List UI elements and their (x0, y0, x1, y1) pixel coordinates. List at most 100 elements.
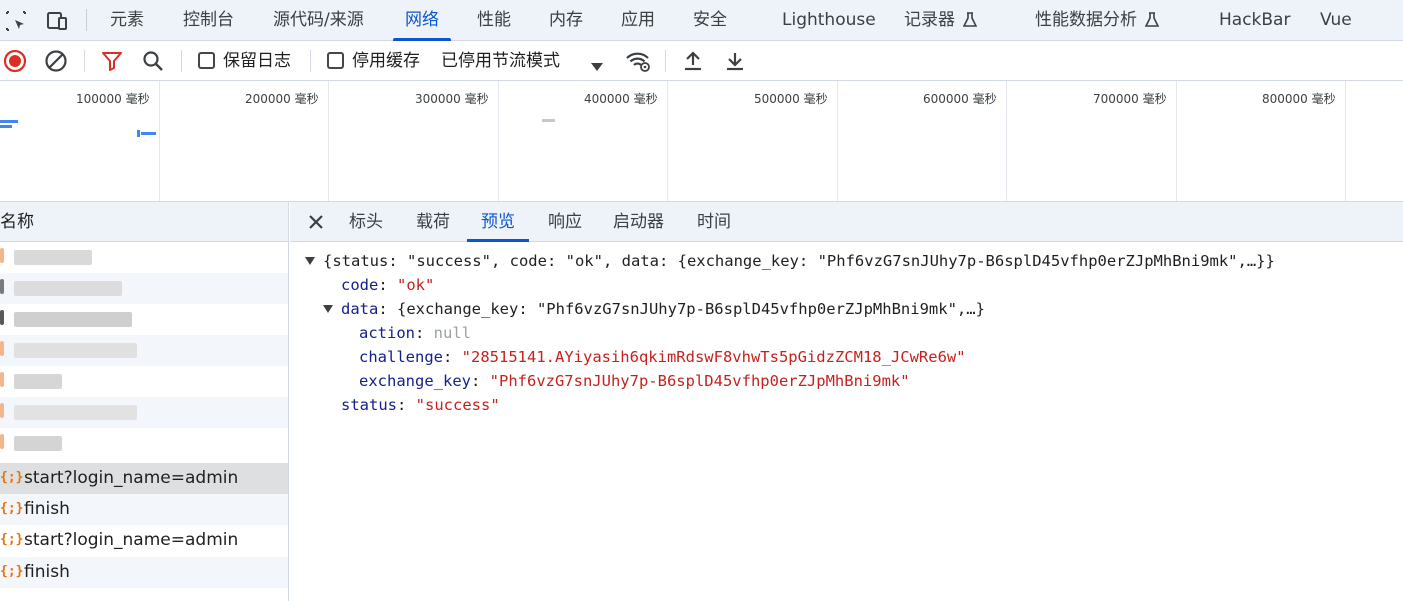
search-icon[interactable] (141, 49, 165, 73)
clear-icon[interactable] (44, 49, 68, 73)
json-property[interactable]: challenge: "28515141.AYiyasih6qkimRdswF8… (359, 345, 966, 369)
tab-response[interactable]: 响应 (548, 202, 582, 242)
tab-memory[interactable]: 内存 (549, 0, 583, 41)
request-name: finish (24, 499, 70, 519)
json-string-value: "success" (415, 396, 500, 414)
timeline-request-bar (137, 130, 140, 137)
timeline-gridline (328, 81, 329, 201)
json-icon: {;} (0, 532, 24, 547)
timeline-gridline (1176, 81, 1177, 201)
name-column-header[interactable]: 名称 (0, 202, 288, 242)
json-property[interactable]: action: null (359, 321, 471, 345)
json-object-summary: {exchange_key: "Phf6vzG7snJUhy7p-B6splD4… (397, 300, 985, 318)
redacted-request-row[interactable] (0, 366, 288, 397)
timeline-gridline (837, 81, 838, 201)
request-name: finish (24, 562, 70, 582)
redacted-request-row[interactable] (0, 273, 288, 304)
timeline-gridline (1006, 81, 1007, 201)
network-overview-timeline[interactable]: 100000 毫秒 200000 毫秒 300000 毫秒 400000 毫秒 … (0, 81, 1403, 202)
tab-security[interactable]: 安全 (693, 0, 727, 41)
record-stop-icon[interactable] (3, 49, 27, 73)
timeline-gridline (1345, 81, 1346, 201)
json-string-value: "ok" (397, 276, 435, 294)
device-toolbar-icon[interactable] (45, 9, 69, 33)
network-toolbar: 保留日志 停用缓存 已停用节流模式 (0, 41, 1403, 81)
json-icon: {;} (0, 470, 24, 485)
json-key: exchange_key (359, 372, 471, 390)
timeline-request-bar (141, 132, 156, 135)
request-row[interactable]: {;} start?login_name=admin (0, 463, 288, 494)
json-root-node[interactable]: {status: "success", code: "ok", data: {e… (305, 249, 1275, 273)
timeline-tick: 300000 毫秒 (415, 92, 489, 106)
filter-icon[interactable] (100, 49, 124, 73)
experiment-flask-icon (1145, 12, 1159, 27)
experiment-flask-icon (963, 12, 977, 27)
timeline-tick: 700000 毫秒 (1093, 92, 1167, 106)
detail-tab-bar: 标头 载荷 预览 响应 启动器 时间 (290, 202, 1403, 242)
network-conditions-icon[interactable] (625, 49, 651, 73)
json-key: action (359, 324, 415, 342)
timeline-gridline (667, 81, 668, 201)
timeline-request-bar (542, 119, 555, 122)
tab-network[interactable]: 网络 (393, 0, 451, 41)
timeline-request-bar (0, 120, 18, 123)
tab-sources[interactable]: 源代码/来源 (273, 0, 364, 41)
devtools-tab-bar: 元素 控制台 源代码/来源 网络 性能 内存 应用 安全 Lighthouse … (0, 0, 1403, 41)
json-key: challenge (359, 348, 443, 366)
tab-console[interactable]: 控制台 (183, 0, 234, 41)
json-string-value: "Phf6vzG7snJUhy7p-B6splD45vfhp0erZJpMhBn… (489, 372, 910, 390)
json-key: data (341, 300, 379, 318)
inspect-element-icon[interactable] (4, 9, 28, 33)
expand-triangle-icon[interactable] (323, 305, 333, 313)
tab-vue[interactable]: Vue (1320, 0, 1352, 41)
preserve-log-checkbox[interactable] (198, 52, 215, 69)
tab-performance[interactable]: 性能 (477, 0, 511, 41)
tab-headers[interactable]: 标头 (349, 202, 383, 242)
tab-payload[interactable]: 载荷 (416, 202, 450, 242)
timeline-gridline (498, 81, 499, 201)
request-row[interactable]: {;} start?login_name=admin (0, 525, 288, 556)
json-null-value: null (433, 324, 471, 342)
tab-preview[interactable]: 预览 (467, 202, 529, 242)
json-property[interactable]: exchange_key: "Phf6vzG7snJUhy7p-B6splD45… (359, 369, 910, 393)
timeline-tick: 800000 毫秒 (1262, 92, 1336, 106)
tab-initiator[interactable]: 启动器 (613, 202, 664, 242)
redacted-request-row[interactable] (0, 242, 288, 273)
tab-recorder[interactable]: 记录器 (904, 0, 977, 41)
tab-timing[interactable]: 时间 (697, 202, 731, 242)
json-data-node[interactable]: data: {exchange_key: "Phf6vzG7snJUhy7p-B… (323, 297, 985, 321)
request-row[interactable]: {;} finish (0, 494, 288, 525)
request-row[interactable]: {;} finish (0, 557, 288, 588)
redacted-request-row[interactable] (0, 397, 288, 428)
json-root-summary: {status: "success", code: "ok", data: {e… (323, 252, 1275, 270)
expand-triangle-icon[interactable] (305, 257, 315, 265)
json-key: code (341, 276, 379, 294)
tab-elements[interactable]: 元素 (110, 0, 144, 41)
preserve-log-label: 保留日志 (223, 51, 291, 71)
tab-application[interactable]: 应用 (621, 0, 655, 41)
redacted-request-row[interactable] (0, 428, 288, 459)
redacted-request-row[interactable] (0, 304, 288, 335)
throttling-select[interactable]: 已停用节流模式 (441, 41, 560, 81)
disable-cache-label: 停用缓存 (352, 51, 420, 71)
disable-cache-checkbox[interactable] (327, 52, 344, 69)
tab-performance-insights[interactable]: 性能数据分析 (1035, 0, 1159, 41)
tab-recorder-label: 记录器 (904, 10, 955, 30)
import-har-icon[interactable] (681, 49, 705, 73)
json-string-value: "28515141.AYiyasih6qkimRdswF8vhwTs5pGidz… (461, 348, 966, 366)
tab-hackbar[interactable]: HackBar (1219, 0, 1290, 41)
close-icon[interactable] (306, 212, 326, 232)
chevron-down-icon[interactable] (590, 55, 604, 79)
export-har-icon[interactable] (723, 49, 747, 73)
json-icon: {;} (0, 564, 24, 579)
tab-performance-insights-label: 性能数据分析 (1035, 10, 1137, 30)
timeline-request-bar (0, 125, 12, 128)
redacted-request-row[interactable] (0, 335, 288, 366)
json-property[interactable]: code: "ok" (341, 273, 434, 297)
toolbar-divider (665, 50, 666, 72)
json-icon: {;} (0, 501, 24, 516)
toolbar-divider (181, 50, 182, 72)
json-property[interactable]: status: "success" (341, 393, 500, 417)
json-key: status (341, 396, 397, 414)
tab-lighthouse[interactable]: Lighthouse (782, 0, 876, 41)
